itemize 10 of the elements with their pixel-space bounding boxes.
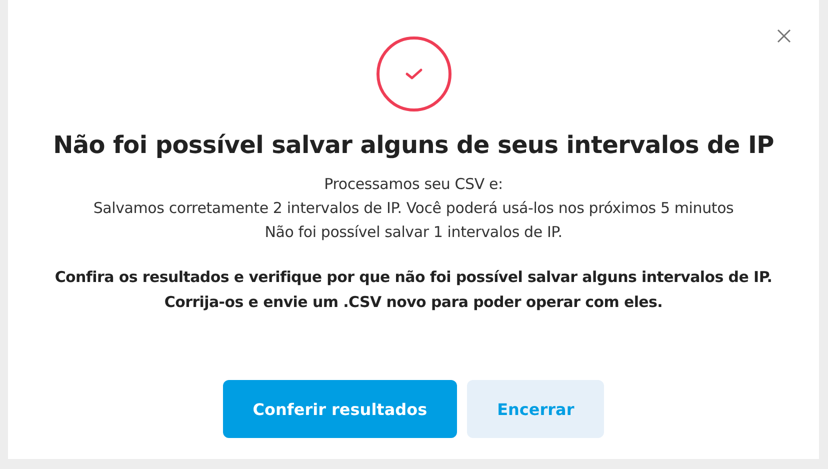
review-results-button[interactable]: Conferir resultados [222, 380, 458, 438]
message-line: Salvamos corretamente 2 intervalos de IP. Você poderá usá-los nos próximos 5 minutos [93, 198, 734, 219]
message-line: Processamos seu CSV e: [324, 174, 503, 195]
dialog-title: Não foi possível salvar alguns de seus intervalos de IP [53, 131, 774, 159]
instruction-line: Confira os resultados e verifique por que não foi possível salvar alguns intervalos de IP. [54, 267, 772, 288]
check-circle-icon [376, 36, 452, 112]
instruction-line: Corrija-os e envie um .CSV novo para poder operar com eles. [164, 292, 663, 313]
close-icon[interactable] [776, 28, 792, 44]
close-button[interactable]: Encerrar [467, 380, 604, 438]
message-line: Não foi possível salvar 1 intervalos de IP. [264, 222, 562, 243]
